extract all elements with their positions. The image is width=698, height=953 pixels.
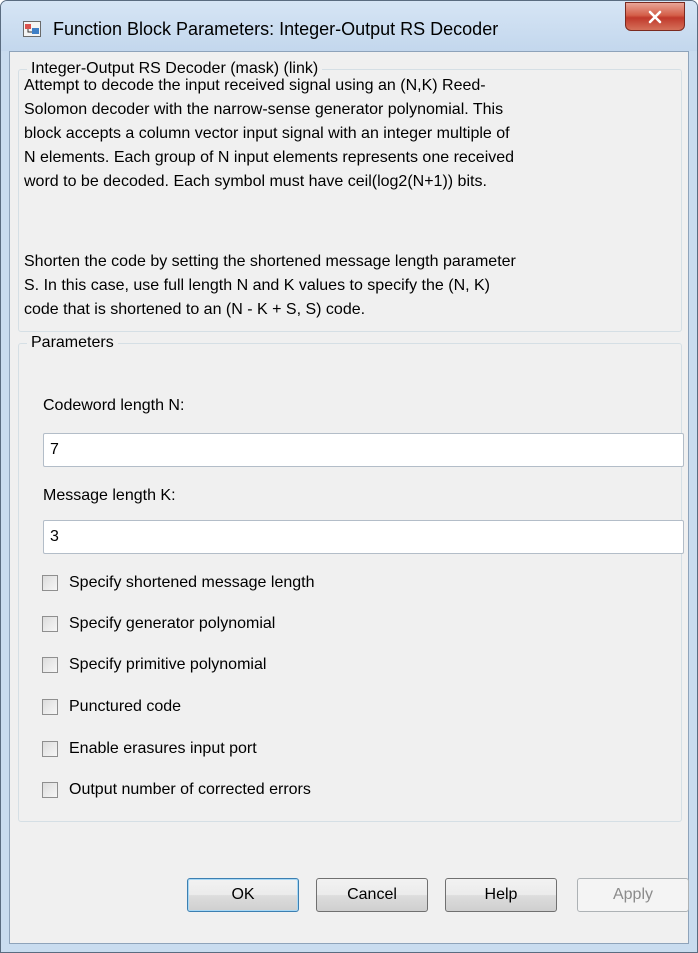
close-button[interactable] (625, 2, 685, 31)
close-icon (648, 10, 662, 23)
description-line: block accepts a column vector input sign… (24, 125, 510, 142)
simulink-block-icon (23, 21, 41, 37)
description-line: S. In this case, use full length N and K… (24, 277, 491, 294)
message-length-input[interactable] (43, 520, 684, 554)
checkbox-box[interactable] (42, 616, 58, 632)
checkbox-box[interactable] (42, 699, 58, 715)
checkbox-erasures-input-port[interactable]: Enable erasures input port (40, 737, 257, 761)
cancel-button[interactable]: Cancel (316, 878, 428, 912)
checkbox-shortened-message-length[interactable]: Specify shortened message length (40, 571, 314, 595)
dialog-window: Function Block Parameters: Integer-Outpu… (0, 0, 698, 953)
checkbox-box[interactable] (42, 782, 58, 798)
codeword-length-label: Codeword length N: (43, 397, 185, 414)
checkbox-box[interactable] (42, 575, 58, 591)
title-bar[interactable]: Function Block Parameters: Integer-Outpu… (1, 1, 697, 51)
checkbox-label: Punctured code (69, 698, 182, 715)
checkbox-corrected-errors-output[interactable]: Output number of corrected errors (40, 778, 311, 802)
description-line: code that is shortened to an (N - K + S,… (24, 301, 366, 318)
apply-button: Apply (577, 878, 689, 912)
description-paragraph-2: Shorten the code by setting the shortene… (24, 250, 684, 322)
checkbox-label: Specify generator polynomial (69, 615, 276, 632)
checkbox-primitive-polynomial[interactable]: Specify primitive polynomial (40, 653, 266, 677)
window-title: Function Block Parameters: Integer-Outpu… (53, 19, 499, 39)
description-line: Shorten the code by setting the shortene… (24, 253, 516, 270)
message-length-label: Message length K: (43, 487, 176, 504)
description-line: word to be decoded. Each symbol must hav… (24, 173, 487, 190)
checkbox-punctured-code[interactable]: Punctured code (40, 695, 181, 719)
description-line: N elements. Each group of N input elemen… (24, 149, 515, 166)
checkbox-box[interactable] (42, 657, 58, 673)
checkbox-label: Enable erasures input port (69, 740, 257, 757)
parameters-legend: Parameters (31, 334, 114, 351)
codeword-length-input[interactable] (43, 433, 684, 467)
checkbox-label: Output number of corrected errors (69, 781, 311, 798)
checkbox-box[interactable] (42, 741, 58, 757)
help-button[interactable]: Help (445, 878, 557, 912)
description-line: Attempt to decode the input received sig… (24, 77, 486, 94)
description-paragraph-1: Attempt to decode the input received sig… (24, 74, 684, 194)
checkbox-generator-polynomial[interactable]: Specify generator polynomial (40, 612, 275, 636)
checkbox-label: Specify shortened message length (69, 574, 315, 591)
ok-button[interactable]: OK (187, 878, 299, 912)
checkbox-label: Specify primitive polynomial (69, 656, 267, 673)
description-line: Solomon decoder with the narrow-sense ge… (24, 101, 504, 118)
dialog-client-area: Integer-Output RS Decoder (mask) (link) … (9, 51, 689, 944)
